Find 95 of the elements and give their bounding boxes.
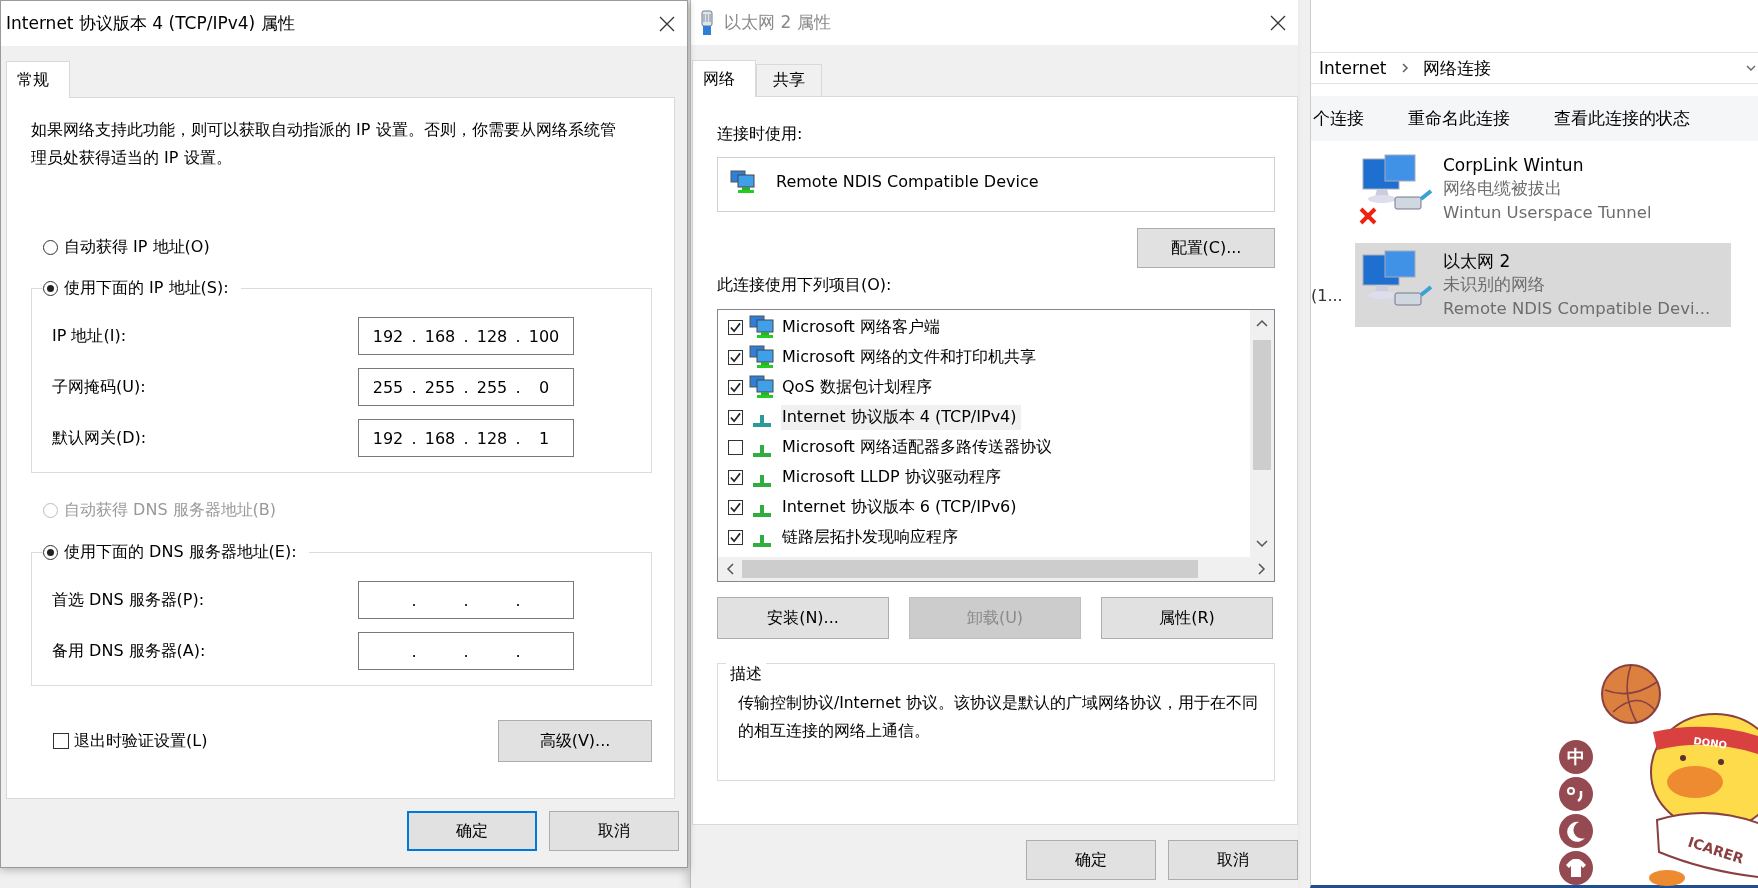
dialog-button[interactable]: 取消	[1168, 840, 1298, 880]
network-protocol-icon	[753, 445, 771, 457]
ip-address-field[interactable]: 192 . 168 . 128 . 1	[358, 419, 574, 457]
field-label: IP 地址(I):	[52, 325, 128, 347]
disconnected-network-icon	[1359, 153, 1435, 225]
checkbox[interactable]	[728, 319, 743, 335]
network-monitor-icon	[749, 315, 775, 339]
device-name: Wintun Userspace Tunnel	[1443, 202, 1652, 224]
punctuation-icon[interactable]	[1559, 777, 1593, 811]
network-protocol-icon	[753, 505, 771, 517]
radio-button[interactable]	[43, 280, 58, 296]
breadcrumb-item[interactable]: 网络连接	[1422, 56, 1491, 80]
checkbox[interactable]	[728, 379, 743, 395]
connection-item[interactable]: 以太网 2 未识别的网络 Remote NDIS Compatible Devi...	[1355, 243, 1731, 327]
connection-status: 网络电缆被拔出	[1443, 178, 1563, 200]
checkbox[interactable]	[53, 733, 69, 749]
connection-name: 以太网 2	[1443, 250, 1512, 273]
device-name: Remote NDIS Compatible Devi...	[1443, 298, 1711, 320]
description-text: 传输控制协议/Internet 协议。该协议是默认的广域网络协议，用于在不同的相互连接的网络上通信。	[738, 693, 1259, 742]
list-item[interactable]: Microsoft 网络客户端	[781, 314, 944, 340]
section-label: 此连接使用下列项目(O):	[717, 274, 893, 296]
network-monitor-icon	[749, 375, 775, 399]
radio-label: 使用下面的 IP 地址(S):	[64, 277, 229, 299]
scrollbar-thumb[interactable]	[742, 560, 1198, 578]
tab[interactable]: 共享	[756, 64, 822, 96]
breadcrumb-item[interactable]: Internet	[1319, 58, 1387, 78]
checkbox[interactable]	[728, 469, 743, 485]
scroll-right-icon[interactable]	[1257, 562, 1267, 576]
headband-text: DONO	[1692, 735, 1728, 751]
window-title: 以太网 2 属性	[724, 11, 831, 34]
connection-name: (1...	[1311, 286, 1344, 307]
action-button[interactable]: 安装(N)...	[717, 597, 889, 639]
close-icon[interactable]	[659, 15, 675, 32]
list-item[interactable]: 链路层拓扑发现响应程序	[781, 524, 962, 550]
field-label: 子网掩码(U):	[52, 376, 147, 398]
network-protocol-icon	[753, 535, 771, 547]
checkbox[interactable]	[728, 499, 743, 515]
dropdown-chevron-icon[interactable]	[1746, 64, 1756, 72]
radio-button[interactable]	[43, 544, 58, 560]
ip-address-field[interactable]: 255 . 255 . 255 . 0	[358, 368, 574, 406]
connection-item[interactable]: CorpLink Wintun 网络电缆被拔出 Wintun Userspace Tunnel	[1355, 147, 1731, 231]
list-item[interactable]: QoS 数据包计划程序	[781, 374, 936, 400]
checkbox-label: 退出时验证设置(L)	[74, 730, 208, 752]
dialog-button[interactable]: 确定	[1026, 840, 1156, 880]
checkbox[interactable]	[728, 409, 743, 425]
list-item[interactable]: Microsoft 网络的文件和打印机共享	[781, 344, 1040, 370]
field-label: 备用 DNS 服务器(A):	[52, 640, 207, 662]
adapter-name: Remote NDIS Compatible Device	[776, 172, 1039, 191]
close-icon[interactable]	[1270, 14, 1286, 31]
window-title: Internet 协议版本 4 (TCP/IPv4) 属性	[6, 12, 295, 35]
radio-button[interactable]	[43, 239, 58, 255]
scroll-down-icon[interactable]	[1255, 539, 1269, 549]
list-item[interactable]: Internet 协议版本 6 (TCP/IPv6)	[781, 494, 1021, 520]
list-item[interactable]: Microsoft 网络适配器多路传送器协议	[781, 434, 1056, 460]
action-button[interactable]: 属性(R)	[1101, 597, 1273, 639]
checkbox[interactable]	[728, 439, 743, 455]
network-adapter-icon	[730, 169, 756, 194]
vertical-scrollbar[interactable]	[1250, 310, 1274, 557]
ip-address-field[interactable]: 192 . 168 . 128 . 100	[358, 317, 574, 355]
tab[interactable]: 网络	[692, 60, 756, 97]
tab[interactable]: 常规	[6, 61, 70, 98]
group-legend: 描述	[726, 663, 766, 685]
advanced-button[interactable]: 高级(V)...	[498, 720, 652, 762]
ip-address-field[interactable]: . . .	[358, 581, 574, 619]
command-link[interactable]: 个连接	[1313, 107, 1364, 130]
field-label: 默认网关(D):	[52, 427, 148, 449]
dialog-button[interactable]: 取消	[549, 811, 679, 851]
connection-status: 未识别的网络	[1443, 274, 1546, 296]
checkbox[interactable]	[728, 529, 743, 545]
radio-label: 自动获得 IP 地址(O)	[64, 236, 210, 258]
dialog-button[interactable]: 确定	[407, 811, 537, 851]
radio-label: 使用下面的 DNS 服务器地址(E):	[64, 541, 297, 563]
network-protocol-icon	[753, 475, 771, 487]
list-item[interactable]: Internet 协议版本 4 (TCP/IPv4)	[781, 404, 1021, 430]
scroll-up-icon[interactable]	[1255, 318, 1269, 328]
configure-button[interactable]: 配置(C)...	[1137, 228, 1275, 268]
ip-address-field[interactable]: . . .	[358, 632, 574, 670]
connection-name: CorpLink Wintun	[1443, 154, 1585, 177]
moon-icon[interactable]	[1559, 814, 1593, 848]
radio-label: 自动获得 DNS 服务器地址(B)	[64, 499, 277, 521]
command-link[interactable]: 重命名此连接	[1408, 107, 1510, 130]
horizontal-scrollbar[interactable]	[718, 557, 1274, 581]
list-item[interactable]: Microsoft LLDP 协议驱动程序	[781, 464, 1005, 490]
ethernet-plug-icon	[700, 9, 714, 36]
chevron-right-icon	[1400, 62, 1409, 74]
shirt-icon[interactable]	[1559, 851, 1593, 885]
scroll-left-icon[interactable]	[725, 562, 735, 576]
network-protocol-icon	[753, 415, 771, 427]
network-monitor-icon	[749, 345, 775, 369]
field-label: 首选 DNS 服务器(P):	[52, 589, 206, 611]
command-link[interactable]: 查看此连接的状态	[1554, 107, 1690, 130]
checkbox[interactable]	[728, 349, 743, 365]
description-text: 如果网络支持此功能，则可以获取自动指派的 IP 设置。否则，你需要从网络系统管理员处获得适当的 IP 设置。	[31, 119, 617, 169]
section-label: 连接时使用:	[717, 123, 804, 145]
scrollbar-thumb[interactable]	[1253, 340, 1271, 470]
